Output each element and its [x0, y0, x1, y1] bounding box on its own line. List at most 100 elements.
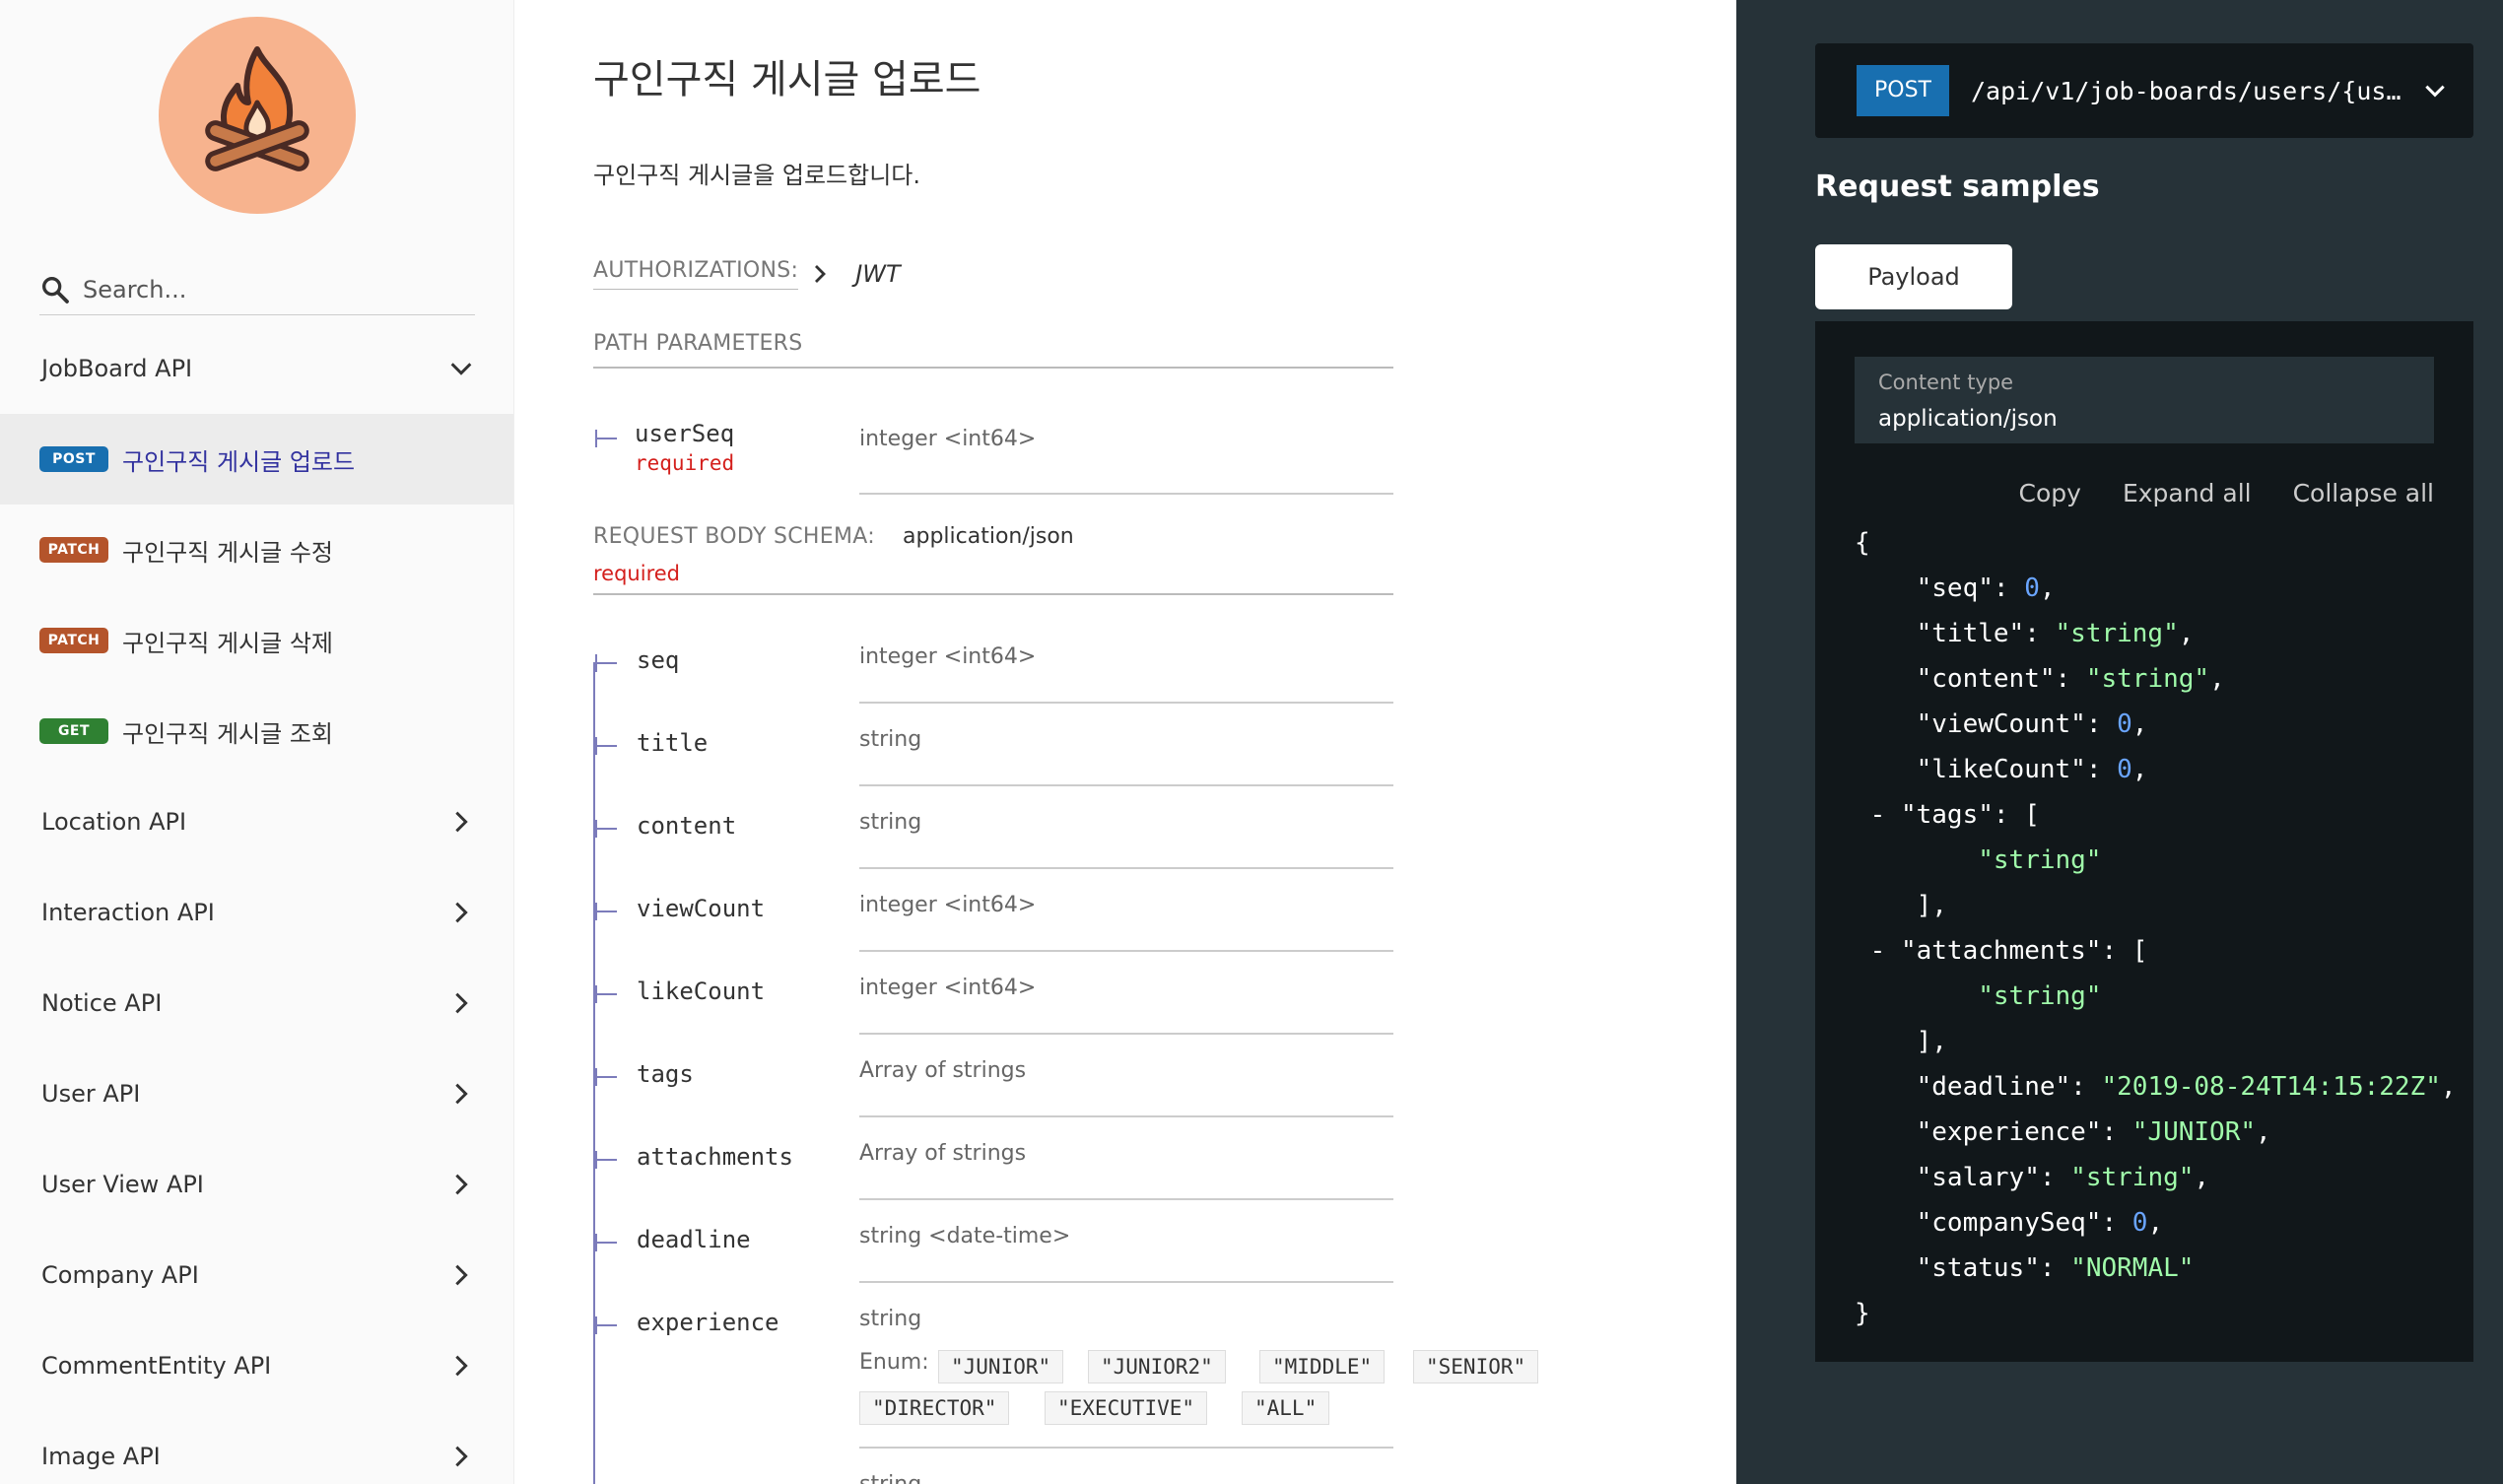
campfire-logo — [159, 17, 356, 214]
field-name: likeCount — [637, 978, 766, 1005]
field-type: integer <int64> — [859, 893, 1037, 917]
field-name: seq — [637, 646, 680, 674]
sidebar-group-company-api[interactable]: Company API — [0, 1230, 513, 1320]
sidebar-group-label: User View API — [41, 1171, 204, 1198]
divider — [859, 784, 1393, 786]
tree-connector — [595, 903, 617, 920]
sidebar-group-user-view-api[interactable]: User View API — [0, 1139, 513, 1230]
search-box[interactable] — [39, 264, 475, 315]
field-type: string — [859, 1472, 921, 1484]
json-value: "string" — [2070, 1163, 2195, 1192]
field-name: experience — [637, 1309, 779, 1336]
tree-connector — [595, 737, 617, 755]
required-label: required — [635, 451, 735, 475]
field-name: title — [637, 729, 709, 757]
chevron-right-icon — [455, 992, 468, 1014]
sidebar-group-image-api[interactable]: Image API — [0, 1411, 513, 1484]
page-title: 구인구직 게시글 업로드 — [593, 57, 981, 102]
json-value: "NORMAL" — [2070, 1253, 2195, 1283]
sample-payload: Content type application/json Copy Expan… — [1815, 321, 2473, 1362]
divider — [859, 867, 1393, 869]
tree-connector — [595, 430, 617, 447]
authorizations-row[interactable]: AUTHORIZATIONS: JWT — [593, 258, 901, 290]
sidebar-group-interaction-api[interactable]: Interaction API — [0, 867, 513, 958]
chevron-right-icon — [455, 1174, 468, 1195]
request-samples-title: Request samples — [1815, 169, 2100, 204]
tab-payload[interactable]: Payload — [1815, 244, 2012, 309]
tree-connector — [595, 985, 617, 1003]
field-name: deadline — [637, 1226, 751, 1253]
chevron-down-icon — [450, 363, 472, 375]
sidebar-nav: JobBoard API POST 구인구직 게시글 업로드 PATCH 구인구… — [0, 323, 513, 1484]
sidebar-item-label: 구인구직 게시글 삭제 — [122, 629, 333, 657]
request-body-type: application/json — [903, 524, 1074, 549]
sidebar-item-post-upload[interactable]: POST 구인구직 게시글 업로드 — [0, 414, 513, 505]
chevron-right-icon — [455, 902, 468, 923]
sidebar-group-label: Notice API — [41, 989, 163, 1017]
json-value: 0 — [2024, 573, 2040, 603]
tree-connector — [595, 1068, 617, 1086]
field-type: Array of strings — [859, 1058, 1027, 1083]
field-type: Array of strings — [859, 1141, 1027, 1166]
chevron-right-icon — [455, 1446, 468, 1467]
divider — [859, 1115, 1393, 1117]
enum-value: "DIRECTOR" — [859, 1391, 1010, 1425]
enum-value: "ALL" — [1242, 1391, 1330, 1425]
enum-value: "JUNIOR2" — [1088, 1350, 1226, 1383]
sidebar-group-label: Company API — [41, 1261, 199, 1289]
enum-value: "MIDDLE" — [1259, 1350, 1386, 1383]
copy-button[interactable]: Copy — [2019, 479, 2081, 507]
sidebar: JobBoard API POST 구인구직 게시글 업로드 PATCH 구인구… — [0, 0, 514, 1484]
json-sample: { "seq": 0, "title": "string", "content"… — [1855, 528, 2457, 1328]
tree-connector — [595, 1151, 617, 1169]
enum-value: "SENIOR" — [1413, 1350, 1539, 1383]
sidebar-item-label: 구인구직 게시글 수정 — [122, 538, 333, 567]
endpoint-selector[interactable]: POST /api/v1/job-boards/users/{userSeq} — [1815, 43, 2473, 138]
field-name: content — [637, 812, 737, 840]
sidebar-group-commententity-api[interactable]: CommentEntity API — [0, 1320, 513, 1411]
request-body-heading: REQUEST BODY SCHEMA: — [593, 524, 875, 549]
sample-actions: Copy Expand all Collapse all — [2019, 479, 2434, 507]
json-value: "string" — [2085, 664, 2210, 694]
sidebar-item-get-view[interactable]: GET 구인구직 게시글 조회 — [0, 686, 513, 776]
expand-all-button[interactable]: Expand all — [2123, 479, 2252, 507]
json-value: 0 — [2117, 755, 2132, 784]
tree-connector — [595, 1316, 617, 1334]
sidebar-group-jobboard-api[interactable]: JobBoard API — [0, 323, 513, 414]
enum-value: "JUNIOR" — [938, 1350, 1064, 1383]
campfire-icon — [205, 46, 309, 171]
sidebar-group-label: Image API — [41, 1443, 161, 1470]
field-type: string <date-time> — [859, 1224, 1071, 1248]
field-type: integer <int64> — [859, 976, 1037, 1000]
json-value: "2019-08-24T14:15:22Z" — [2101, 1072, 2441, 1102]
chevron-down-icon[interactable] — [2422, 78, 2448, 103]
field-name: viewCount — [637, 895, 766, 922]
method-badge: PATCH — [39, 537, 108, 563]
divider — [859, 1033, 1393, 1035]
field-type: integer <int64> — [859, 644, 1037, 669]
collapse-toggle[interactable]: - — [1870, 936, 1886, 966]
divider — [859, 1281, 1393, 1283]
enum-value: "EXECUTIVE" — [1045, 1391, 1208, 1425]
collapse-toggle[interactable]: - — [1870, 800, 1886, 830]
json-value: "string" — [1978, 845, 2102, 875]
content-type-select[interactable]: Content type application/json — [1855, 357, 2434, 443]
operation-content: 구인구직 게시글 업로드 구인구직 게시글을 업로드합니다. AUTHORIZA… — [514, 0, 1736, 1484]
method-badge: GET — [39, 718, 108, 744]
operation-description: 구인구직 게시글을 업로드합니다. — [593, 162, 921, 189]
divider — [859, 950, 1393, 952]
field-name: attachments — [637, 1143, 793, 1171]
tree-connector — [595, 654, 617, 672]
search-input[interactable] — [83, 275, 457, 304]
sidebar-group-user-api[interactable]: User API — [0, 1048, 513, 1139]
sidebar-group-location-api[interactable]: Location API — [0, 776, 513, 867]
search-icon — [42, 276, 69, 304]
sidebar-item-patch-delete[interactable]: PATCH 구인구직 게시글 삭제 — [0, 595, 513, 686]
sidebar-group-label: CommentEntity API — [41, 1352, 272, 1380]
sidebar-group-notice-api[interactable]: Notice API — [0, 958, 513, 1048]
chevron-right-icon — [455, 1083, 468, 1105]
chevron-right-icon[interactable] — [808, 262, 832, 286]
collapse-all-button[interactable]: Collapse all — [2293, 479, 2434, 507]
sidebar-item-patch-edit[interactable]: PATCH 구인구직 게시글 수정 — [0, 505, 513, 595]
divider — [859, 493, 1393, 495]
